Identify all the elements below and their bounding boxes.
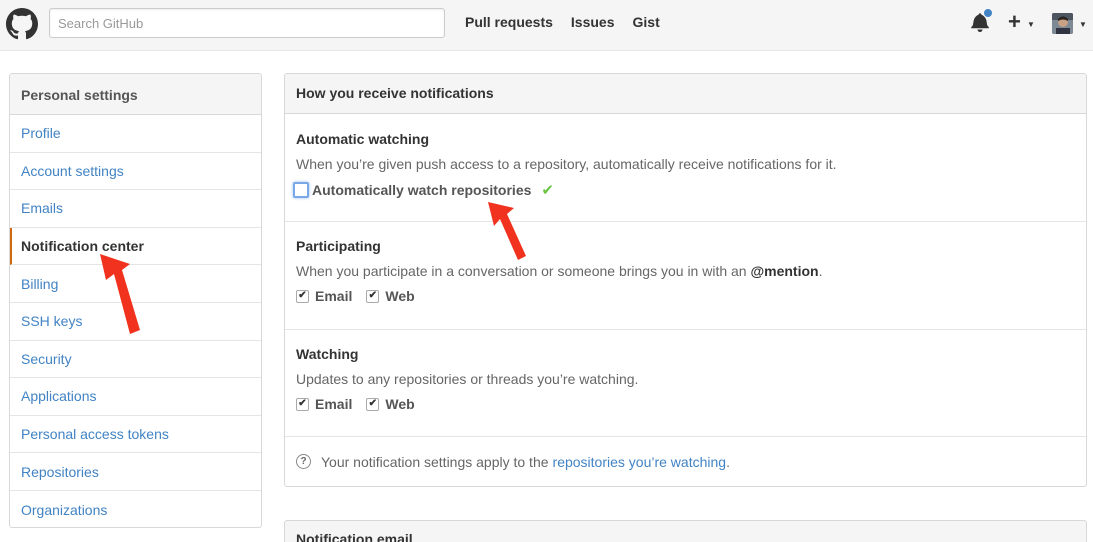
notifications-panel: How you receive notifications Automatic … [284, 73, 1087, 487]
nav-issues[interactable]: Issues [571, 14, 615, 30]
participating-email-option[interactable]: ✔ Email [296, 288, 352, 304]
automatic-watching-heading: Automatic watching [296, 131, 430, 147]
watching-email-checkbox[interactable]: ✔ [296, 397, 309, 411]
watching-web-label: Web [385, 396, 415, 412]
participating-heading: Participating [296, 238, 381, 254]
avatar[interactable] [1052, 13, 1073, 34]
notification-indicator-icon [983, 8, 993, 18]
search-input[interactable] [49, 8, 445, 38]
top-header: Pull requests Issues Gist + ▼ ▼ [0, 0, 1093, 51]
watching-email-option[interactable]: ✔ Email [296, 396, 352, 412]
participating-email-label: Email [315, 288, 353, 304]
participating-web-checkbox[interactable]: ✔ [366, 289, 380, 303]
watching-web-checkbox[interactable]: ✔ [366, 397, 380, 411]
sidebar-item-emails[interactable]: Emails [10, 190, 261, 228]
github-logo-icon[interactable] [6, 8, 38, 40]
participating-section: Participating When you participate in a … [285, 222, 1086, 330]
question-icon: ? [296, 454, 311, 469]
automatic-watch-checkbox[interactable] [293, 182, 309, 198]
repositories-watching-link[interactable]: repositories you’re watching [553, 454, 727, 470]
sidebar-item-applications[interactable]: Applications [10, 378, 261, 416]
watching-email-label: Email [315, 396, 353, 412]
watching-web-option[interactable]: ✔ Web [366, 396, 415, 412]
sidebar-item-security[interactable]: Security [10, 341, 261, 379]
notification-settings-note: ? Your notification settings apply to th… [285, 437, 1086, 486]
panel-title: How you receive notifications [285, 74, 1086, 114]
annotation-arrow-icon [488, 202, 526, 260]
check-icon: ✔ [541, 182, 554, 199]
watching-section: Watching Updates to any repositories or … [285, 330, 1086, 437]
sidebar-item-organizations[interactable]: Organizations [10, 491, 261, 527]
mention-text: @mention [750, 263, 819, 279]
sidebar-item-profile[interactable]: Profile [10, 115, 261, 153]
watching-heading: Watching [296, 346, 359, 362]
chevron-down-icon[interactable]: ▼ [1027, 20, 1035, 29]
header-nav: Pull requests Issues Gist [465, 14, 660, 30]
chevron-down-icon[interactable]: ▼ [1079, 20, 1087, 29]
participating-web-option[interactable]: ✔ Web [366, 288, 415, 304]
nav-pull-requests[interactable]: Pull requests [465, 14, 553, 30]
sidebar-title: Personal settings [10, 74, 261, 115]
automatic-watch-option[interactable]: Automatically watch repositories [293, 182, 531, 198]
participating-description: When you participate in a conversation o… [296, 263, 823, 279]
participating-email-checkbox[interactable]: ✔ [296, 289, 309, 303]
notification-email-title: Notification email [284, 520, 1087, 542]
automatic-watching-description: When you’re given push access to a repos… [296, 156, 837, 172]
sidebar-item-personal-access-tokens[interactable]: Personal access tokens [10, 416, 261, 454]
sidebar-item-repositories[interactable]: Repositories [10, 453, 261, 491]
annotation-arrow-icon [100, 254, 140, 334]
automatic-watch-label: Automatically watch repositories [312, 182, 532, 198]
automatic-watching-section: Automatic watching When you’re given pus… [285, 114, 1086, 222]
nav-gist[interactable]: Gist [633, 14, 660, 30]
watching-description: Updates to any repositories or threads y… [296, 371, 639, 387]
plus-icon[interactable]: + [1008, 9, 1021, 35]
sidebar-item-account-settings[interactable]: Account settings [10, 153, 261, 191]
participating-web-label: Web [385, 288, 415, 304]
